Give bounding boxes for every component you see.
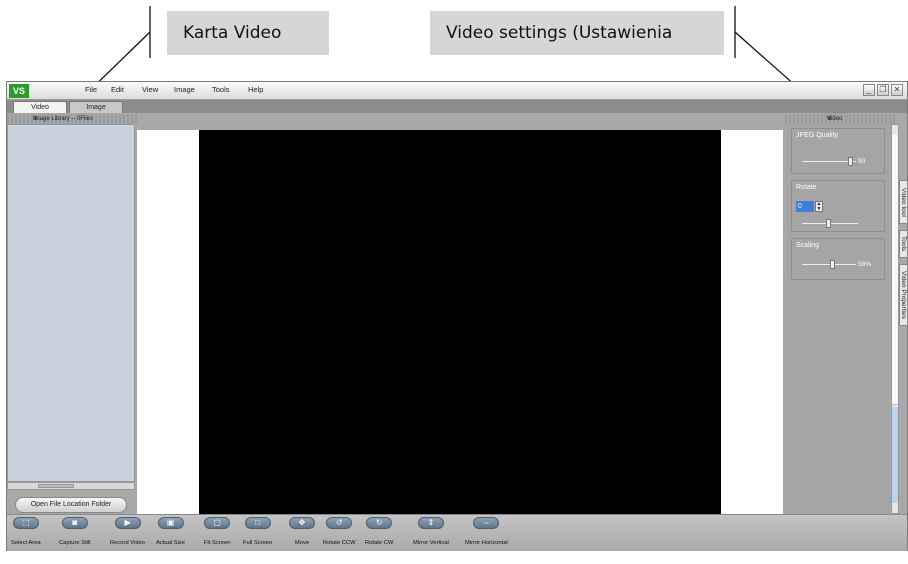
- side-tab-video-tool[interactable]: Video tool: [899, 180, 908, 224]
- rotate-ccw-icon: ↺: [326, 517, 353, 529]
- video-preview[interactable]: [199, 130, 721, 514]
- toolbar-button-label: Rotate CW: [365, 540, 394, 546]
- jpeg-quality-slider-knob[interactable]: [847, 157, 853, 166]
- jpeg-quality-value: 90: [858, 158, 866, 165]
- callout-video-settings: Video settings (Ustawienia: [430, 11, 724, 55]
- bottom-toolbar: ⬚ Select Area ◙ Capture Still ▶ Record Video ▣…: [7, 514, 907, 551]
- tab-video[interactable]: Video: [13, 101, 67, 113]
- side-tab-video-properties[interactable]: Video Properties: [899, 264, 908, 326]
- app-logo: VS: [9, 84, 29, 98]
- full-screen-button[interactable]: □ Full Screen: [243, 517, 272, 546]
- tab-bar: Video Image: [7, 100, 907, 113]
- video-panel-header: Video ⊕: [785, 114, 897, 124]
- toolbar-button-label: Record Video: [110, 540, 146, 546]
- fit-screen-button[interactable]: ▢ Fit Screen: [204, 517, 230, 546]
- video-viewer: [137, 130, 783, 514]
- scaling-value: 58%: [858, 261, 872, 268]
- image-library-list[interactable]: [7, 124, 135, 482]
- toolbar-button-label: Actual Size: [156, 540, 185, 546]
- rotate-cw-icon: ↻: [366, 517, 393, 529]
- actual-size-button[interactable]: ▣ Actual Size: [156, 517, 185, 546]
- menu-image[interactable]: Image: [174, 85, 195, 94]
- toolbar-button-label: Move: [294, 540, 310, 546]
- full-screen-icon: □: [244, 517, 271, 529]
- scrollbar-thumb[interactable]: [38, 484, 74, 488]
- scrollbar-track[interactable]: [892, 407, 898, 503]
- video-settings-panel: JPEG Quality 90 Rotate 0 ▲ ▼ Scaling 58%: [785, 124, 890, 514]
- pin-icon[interactable]: ⊕: [827, 114, 895, 124]
- menu-tools[interactable]: Tools: [212, 85, 230, 94]
- fit-screen-icon: ▢: [204, 517, 231, 529]
- toolbar-button-label: Fit Screen: [204, 540, 231, 546]
- toolbar-button-label: Mirror Vertical: [413, 540, 449, 546]
- image-library-header: Image Library -- 0Files ⊕: [7, 114, 137, 124]
- mirror-horizontal-button[interactable]: ⇔ Mirror Horizontal: [465, 517, 508, 546]
- toolbar-button-label: Full Screen: [243, 540, 273, 546]
- menu-bar: VS File Edit View Image Tools Help _ ❐ ✕: [7, 82, 907, 100]
- application-window: VS File Edit View Image Tools Help _ ❐ ✕…: [6, 81, 908, 551]
- toolbar-button-label: Select Area: [11, 540, 41, 546]
- mirror-vertical-icon: ⇕: [417, 517, 444, 529]
- rotate-group: Rotate 0 ▲ ▼: [791, 180, 885, 232]
- panel-vertical-scrollbar[interactable]: [891, 124, 899, 514]
- jpeg-quality-label: JPEG Quality: [796, 132, 839, 139]
- move-icon: ✥: [289, 517, 315, 529]
- scaling-label: Scaling: [796, 242, 819, 249]
- scaling-group: Scaling 58%: [791, 238, 885, 280]
- scaling-slider[interactable]: [802, 264, 856, 265]
- rotate-cw-button[interactable]: ↻ Rotate CW: [365, 517, 393, 546]
- minimize-button[interactable]: _: [863, 84, 875, 96]
- scrollbar-thumb[interactable]: [892, 135, 898, 405]
- record-video-button[interactable]: ▶ Record Video: [110, 517, 145, 546]
- record-icon: ▶: [114, 517, 141, 529]
- select-area-button[interactable]: ⬚ Select Area: [11, 517, 41, 546]
- callout-karta-video: Karta Video: [167, 11, 329, 55]
- toolbar-button-label: Rotate CCW: [323, 540, 356, 546]
- tab-image[interactable]: Image: [69, 101, 123, 113]
- close-button[interactable]: ✕: [891, 84, 903, 96]
- library-horizontal-scrollbar[interactable]: [7, 482, 135, 490]
- toolbar-button-label: Mirror Horizontal: [465, 540, 508, 546]
- capture-still-button[interactable]: ◙ Capture Still: [59, 517, 91, 546]
- mirror-horizontal-icon: ⇔: [473, 517, 500, 529]
- pin-icon[interactable]: ⊕: [33, 114, 134, 124]
- move-button[interactable]: ✥ Move: [289, 517, 315, 546]
- side-tab-tools[interactable]: Tools: [899, 230, 908, 258]
- actual-size-icon: ▣: [157, 517, 184, 529]
- rotate-label: Rotate: [796, 184, 817, 191]
- select-area-icon: ⬚: [12, 517, 39, 529]
- camera-icon: ◙: [61, 517, 88, 529]
- mirror-vertical-button[interactable]: ⇕ Mirror Vertical: [413, 517, 449, 546]
- menu-edit[interactable]: Edit: [111, 85, 124, 94]
- menu-file[interactable]: File: [85, 85, 97, 94]
- rotate-ccw-button[interactable]: ↺ Rotate CCW: [323, 517, 356, 546]
- jpeg-quality-group: JPEG Quality 90: [791, 128, 885, 174]
- rotate-input[interactable]: 0: [796, 201, 814, 212]
- toolbar-button-label: Capture Still: [59, 540, 91, 546]
- rotate-slider-knob[interactable]: [826, 219, 831, 228]
- menu-help[interactable]: Help: [248, 85, 263, 94]
- restore-button[interactable]: ❐: [877, 84, 889, 96]
- open-file-location-button[interactable]: Open File Location Folder: [15, 497, 127, 513]
- rotate-spinner-arrows[interactable]: ▲ ▼: [815, 201, 823, 212]
- scaling-slider-knob[interactable]: [830, 260, 836, 269]
- menu-view[interactable]: View: [142, 85, 158, 94]
